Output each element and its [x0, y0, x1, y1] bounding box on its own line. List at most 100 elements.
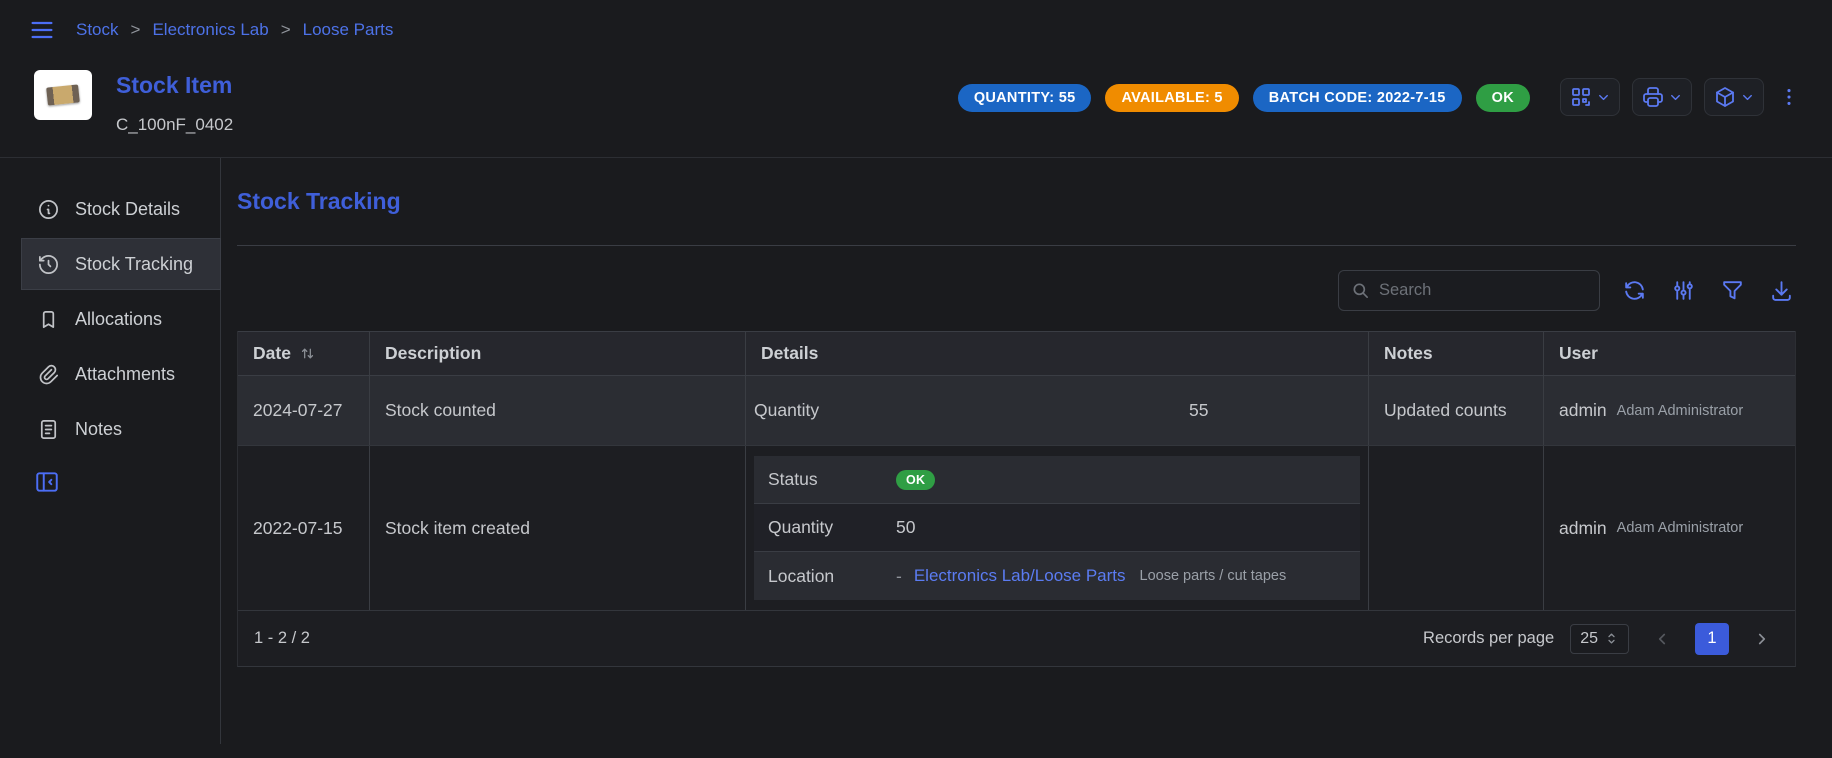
column-header-notes[interactable]: Notes	[1369, 332, 1544, 375]
table-row[interactable]: 2024-07-27 Stock counted Quantity 55 Upd…	[238, 376, 1795, 446]
column-header-user[interactable]: User	[1544, 332, 1795, 375]
cell-user: admin Adam Administrator	[1544, 446, 1795, 610]
detail-prefix: -	[896, 566, 902, 587]
sidebar: Stock Details Stock Tracking Allocations…	[0, 158, 221, 744]
chevron-left-icon	[1653, 630, 1671, 648]
sidebar-item-allocations[interactable]: Allocations	[22, 294, 220, 344]
search-icon	[1351, 281, 1371, 301]
records-per-page-value: 25	[1580, 630, 1598, 648]
quantity-badge: QUANTITY: 55	[958, 84, 1092, 112]
selector-icon	[1604, 631, 1619, 646]
detail-label: Status	[768, 469, 896, 490]
cell-description: Stock item created	[370, 446, 746, 610]
chevron-down-icon	[1668, 90, 1683, 105]
breadcrumb-stock[interactable]: Stock	[76, 20, 119, 40]
cell-details: Status OK Quantity 50 Location - Electro…	[746, 446, 1369, 610]
chevron-right-icon	[1753, 630, 1771, 648]
status-badges: QUANTITY: 55 AVAILABLE: 5 BATCH CODE: 20…	[958, 84, 1530, 112]
table-row[interactable]: 2022-07-15 Stock item created Status OK …	[238, 446, 1795, 610]
table-toolbar	[237, 270, 1796, 311]
sort-icon[interactable]	[299, 345, 316, 362]
table-settings-button[interactable]	[1669, 276, 1698, 305]
refresh-button[interactable]	[1620, 276, 1649, 305]
cell-details: Quantity 55	[746, 376, 1369, 445]
stock-actions-button[interactable]	[1704, 78, 1764, 116]
sidebar-item-label: Allocations	[75, 309, 162, 330]
status-ok-chip: OK	[896, 470, 935, 490]
column-label: Details	[761, 343, 818, 364]
print-actions-button[interactable]	[1632, 78, 1692, 116]
search-box	[1338, 270, 1600, 311]
barcode-icon	[1569, 85, 1593, 109]
detail-label: Location	[768, 566, 896, 587]
stock-item-thumbnail[interactable]	[34, 70, 92, 120]
column-header-details[interactable]: Details	[746, 332, 1369, 375]
history-icon	[37, 253, 60, 276]
location-description: Loose parts / cut tapes	[1140, 568, 1287, 584]
page-title: Stock Item	[116, 72, 233, 99]
detail-value: 55	[1189, 400, 1208, 421]
barcode-actions-button[interactable]	[1560, 78, 1620, 116]
detail-quantity: Quantity 55	[754, 400, 1360, 421]
detail-value: 50	[896, 517, 915, 538]
bookmark-icon	[37, 308, 60, 331]
detail-location: Location - Electronics Lab/Loose Parts L…	[754, 552, 1360, 600]
record-range: 1 - 2 / 2	[254, 629, 310, 648]
column-header-description[interactable]: Description	[370, 332, 746, 375]
breadcrumb: Stock > Electronics Lab > Loose Parts	[76, 20, 393, 40]
user-full-name: Adam Administrator	[1617, 520, 1744, 536]
sidebar-item-label: Stock Details	[75, 199, 180, 220]
collapse-sidebar-icon	[34, 469, 60, 495]
username: admin	[1559, 400, 1607, 421]
location-link[interactable]: Electronics Lab/Loose Parts	[914, 566, 1126, 586]
breadcrumb-separator: >	[281, 20, 291, 40]
breadcrumb-electronics-lab[interactable]: Electronics Lab	[152, 20, 268, 40]
detail-label: Quantity	[768, 517, 896, 538]
username: admin	[1559, 518, 1607, 539]
chevron-down-icon	[1596, 90, 1611, 105]
panel-heading: Stock Tracking	[237, 188, 1796, 215]
refresh-icon	[1622, 278, 1647, 303]
records-per-page-select[interactable]: 25	[1570, 624, 1629, 654]
column-label: Notes	[1384, 343, 1433, 364]
detail-label: Quantity	[754, 400, 894, 421]
sidebar-item-label: Notes	[75, 419, 122, 440]
printer-icon	[1641, 85, 1665, 109]
previous-page-button[interactable]	[1645, 623, 1679, 655]
menu-button[interactable]	[28, 16, 56, 44]
cell-notes: Updated counts	[1369, 376, 1544, 445]
records-per-page-label: Records per page	[1423, 629, 1554, 648]
sidebar-item-attachments[interactable]: Attachments	[22, 349, 220, 399]
cell-description: Stock counted	[370, 376, 746, 445]
column-label: User	[1559, 343, 1598, 364]
component-image	[46, 84, 80, 105]
body: Stock Details Stock Tracking Allocations…	[0, 158, 1832, 744]
detail-status: Status OK	[754, 456, 1360, 504]
sidebar-item-label: Stock Tracking	[75, 254, 193, 275]
sidebar-item-stock-tracking[interactable]: Stock Tracking	[22, 239, 220, 289]
page-header: Stock Item C_100nF_0402 QUANTITY: 55 AVA…	[0, 60, 1832, 158]
page-1-button[interactable]: 1	[1695, 623, 1729, 655]
notes-icon	[37, 418, 60, 441]
column-label: Date	[253, 343, 291, 364]
detail-quantity: Quantity 50	[754, 504, 1360, 552]
more-options-button[interactable]	[1776, 80, 1802, 114]
pagination-controls: Records per page 25 1	[1423, 623, 1779, 655]
sidebar-item-stock-details[interactable]: Stock Details	[22, 184, 220, 234]
collapse-sidebar-button[interactable]	[34, 469, 68, 495]
next-page-button[interactable]	[1745, 623, 1779, 655]
search-input[interactable]	[1379, 281, 1599, 300]
user-full-name: Adam Administrator	[1617, 403, 1744, 419]
chevron-down-icon	[1740, 90, 1755, 105]
download-button[interactable]	[1767, 276, 1796, 305]
filter-button[interactable]	[1718, 276, 1747, 305]
batch-code-badge: BATCH CODE: 2022-7-15	[1253, 84, 1462, 112]
breadcrumb-loose-parts[interactable]: Loose Parts	[303, 20, 394, 40]
column-header-date[interactable]: Date	[238, 332, 370, 375]
available-badge: AVAILABLE: 5	[1105, 84, 1238, 112]
cell-date: 2022-07-15	[238, 446, 370, 610]
status-ok-badge: OK	[1476, 84, 1530, 112]
sidebar-item-notes[interactable]: Notes	[22, 404, 220, 454]
main-panel: Stock Tracking Date	[221, 158, 1832, 744]
title-block: Stock Item C_100nF_0402	[116, 70, 233, 135]
